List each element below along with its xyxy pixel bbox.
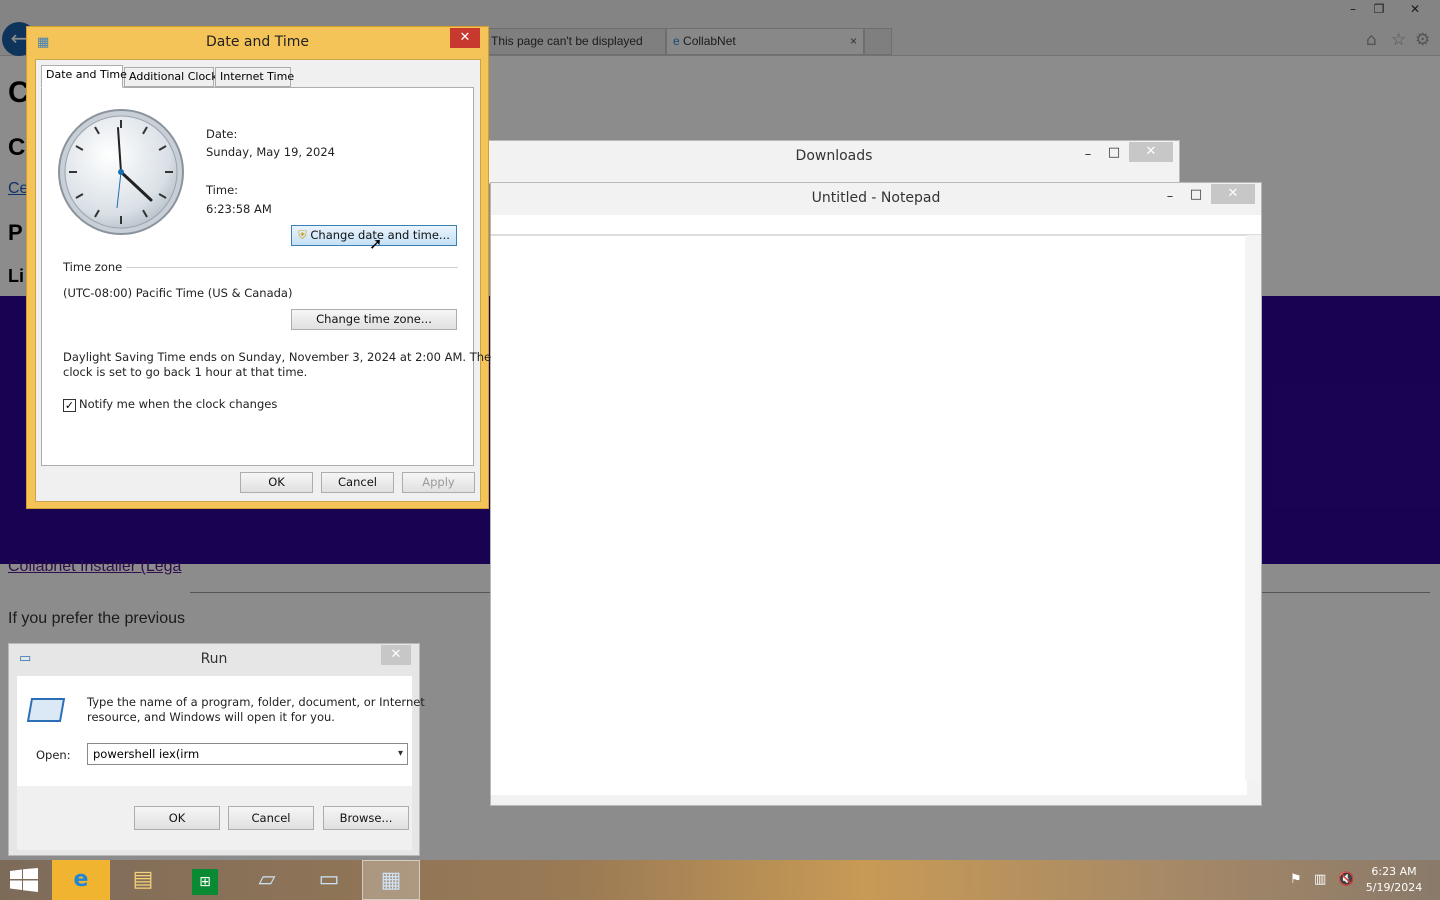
network-icon[interactable]: ▥ <box>1314 860 1326 900</box>
cancel-button[interactable]: Cancel <box>228 806 314 830</box>
dst-text-line2: clock is set to go back 1 hour at that t… <box>63 365 308 379</box>
action-center-flag-icon[interactable]: ⚑ <box>1290 860 1302 900</box>
timezone-value: (UTC-08:00) Pacific Time (US & Canada) <box>63 286 293 300</box>
date-value: Sunday, May 19, 2024 <box>206 145 335 159</box>
minimize-button[interactable]: – <box>1157 187 1183 207</box>
menu-bar[interactable] <box>491 215 1261 235</box>
window-title: Untitled - Notepad <box>811 190 941 206</box>
downloads-window: Downloads – □ ✕ <box>488 140 1180 184</box>
apply-button[interactable]: Apply <box>402 472 475 493</box>
text-editor[interactable] <box>491 235 1247 795</box>
run-description-line1: Type the name of a program, folder, docu… <box>87 695 425 709</box>
open-combobox[interactable]: powershell iex(irm ▾ <box>87 743 408 765</box>
taskbar: e ▤ ⊞ ▱ ▭ ▦ ⚑ ▥ 🔇 6:23 AM 5/19/2024 <box>0 860 1440 900</box>
window-title: Date and Time <box>206 34 309 50</box>
notify-checkbox[interactable]: ✓ <box>63 399 76 412</box>
taskbar-clock[interactable]: 6:23 AM 5/19/2024 <box>1364 864 1424 896</box>
mouse-cursor-icon: ➚ <box>369 234 383 253</box>
group-separator <box>126 267 458 268</box>
run-program-icon <box>26 698 66 722</box>
browse-button[interactable]: Browse... <box>323 806 409 830</box>
tab-additional-clocks[interactable]: Additional Clocks <box>124 67 223 87</box>
notepad-window: Untitled - Notepad – □ ✕ <box>490 182 1262 806</box>
close-button[interactable]: ✕ <box>1129 142 1173 162</box>
close-button[interactable]: ✕ <box>1211 184 1255 204</box>
speaker-muted-icon[interactable]: 🔇 <box>1338 860 1354 900</box>
analog-clock <box>58 109 184 235</box>
notepad-taskbar-icon[interactable]: ▱ <box>238 860 296 900</box>
dialog-body: Type the name of a program, folder, docu… <box>17 676 425 850</box>
run-taskbar-icon[interactable]: ▭ <box>300 860 358 900</box>
ok-button[interactable]: OK <box>134 806 220 830</box>
open-input-value[interactable]: powershell iex(irm <box>93 747 199 761</box>
run-description-line2: resource, and Windows will open it for y… <box>87 710 335 724</box>
close-button[interactable]: ✕ <box>450 28 480 48</box>
taskbar-time: 6:23 AM <box>1371 865 1417 878</box>
date-label: Date: <box>206 127 238 141</box>
run-dialog: ▭ Run ✕ Type the name of a program, fold… <box>8 643 425 856</box>
time-value: 6:23:58 AM <box>206 202 272 216</box>
vertical-scrollbar[interactable] <box>1245 237 1259 781</box>
notify-label: Notify me when the clock changes <box>79 397 278 411</box>
minimize-button[interactable]: – <box>1075 145 1101 165</box>
date-time-taskbar-icon[interactable]: ▦ <box>362 860 420 900</box>
change-timezone-button[interactable]: Change time zone... <box>291 309 457 330</box>
windows-start-icon[interactable] <box>10 868 38 892</box>
time-label: Time: <box>206 183 239 197</box>
tab-internet-time[interactable]: Internet Time <box>215 67 294 87</box>
dialog-footer: OK Cancel Browse... <box>17 786 412 850</box>
dialog-body: Date and Time Additional Clocks Internet… <box>35 59 491 502</box>
tab-panel: Date: Sunday, May 19, 2024 Time: 6:23:58… <box>41 87 491 466</box>
file-explorer-icon[interactable]: ▤ <box>114 860 172 900</box>
tab-date-and-time[interactable]: Date and Time <box>41 65 127 88</box>
taskbar-date: 5/19/2024 <box>1365 881 1423 894</box>
uac-shield-icon: ⛨ <box>298 228 307 242</box>
open-label: Open: <box>36 748 71 762</box>
timezone-group-label: Time zone <box>63 260 123 274</box>
internet-explorer-icon[interactable]: e <box>52 860 110 900</box>
ok-button[interactable]: OK <box>240 472 313 493</box>
maximize-button[interactable]: □ <box>1183 185 1209 205</box>
cancel-button[interactable]: Cancel <box>321 472 394 493</box>
close-button[interactable]: ✕ <box>381 645 411 665</box>
date-time-dialog: ▦ Date and Time ✕ Date and Time Addition… <box>26 26 491 509</box>
store-icon[interactable]: ⊞ <box>176 860 234 900</box>
maximize-button[interactable]: □ <box>1101 143 1127 163</box>
window-title: Run <box>200 651 228 667</box>
chevron-down-icon[interactable]: ▾ <box>398 744 403 764</box>
dst-text-line1: Daylight Saving Time ends on Sunday, Nov… <box>63 350 492 364</box>
